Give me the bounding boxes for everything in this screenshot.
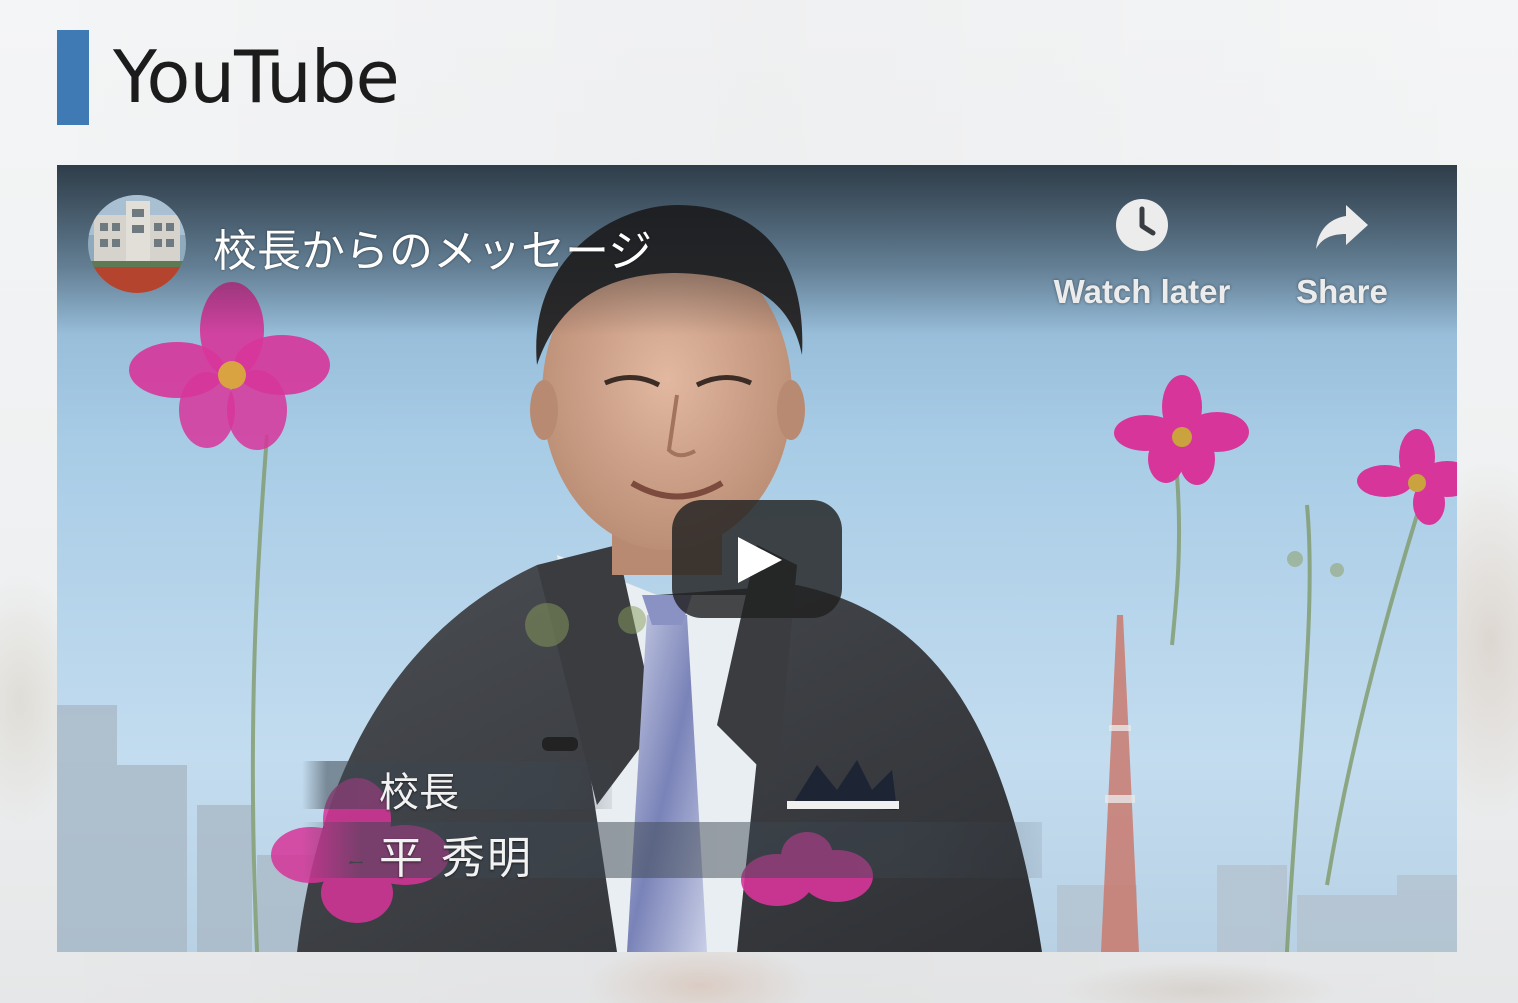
channel-avatar[interactable]: [88, 195, 186, 293]
watch-later-label: Watch later: [1053, 273, 1231, 310]
caption-name-text: 平 秀明: [379, 833, 533, 884]
share-button[interactable]: Share: [1282, 195, 1402, 311]
header-accent-bar: [57, 30, 89, 125]
school-building-avatar-icon: [88, 195, 186, 293]
watch-later-button[interactable]: Watch later: [1042, 195, 1242, 311]
share-arrow-icon: [1316, 205, 1368, 249]
video-title-link[interactable]: 校長からのメッセージ: [213, 215, 652, 279]
play-icon: [738, 537, 782, 583]
share-label: Share: [1296, 273, 1388, 310]
youtube-video-embed[interactable]: 校長からのメッセージ Watch later Share 校長 平 秀明: [57, 165, 1457, 952]
section-header: YouTube: [57, 30, 400, 125]
clock-icon: [1116, 199, 1168, 251]
section-title: YouTube: [113, 35, 400, 119]
play-button[interactable]: [672, 500, 842, 618]
caption-role-text: 校長: [379, 770, 459, 816]
